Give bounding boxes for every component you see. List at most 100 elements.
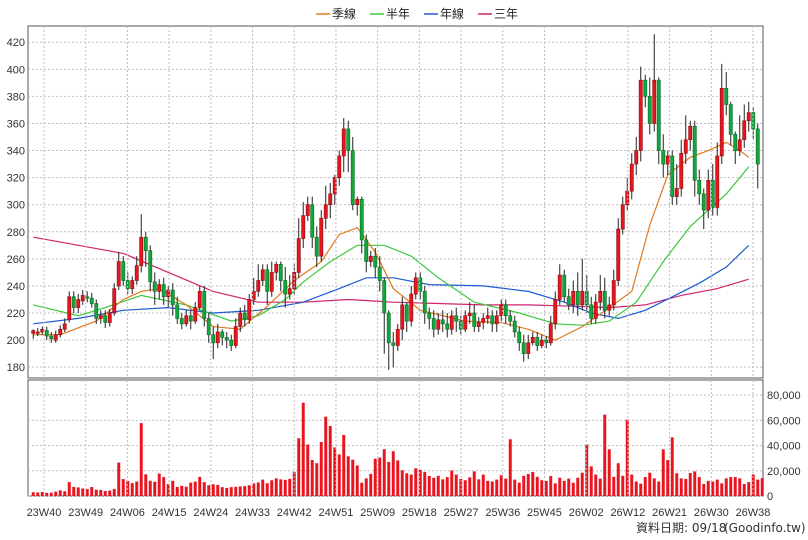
candle-body-93 <box>449 315 454 330</box>
volume-bar-31 <box>171 480 175 496</box>
candle-body-8 <box>67 296 72 321</box>
volume-bar-41 <box>216 484 220 496</box>
volume-bar-55 <box>279 479 283 496</box>
candle-body-84 <box>409 293 414 322</box>
volume-bar-162 <box>760 478 764 496</box>
candle-body-155 <box>728 104 733 135</box>
volume-bar-105 <box>504 478 508 496</box>
candle-body-90 <box>436 319 441 330</box>
volume-bar-56 <box>283 479 287 496</box>
candle-body-60 <box>301 215 306 239</box>
volume-bar-12 <box>85 489 89 496</box>
volume-bar-46 <box>238 486 242 496</box>
volume-bar-79 <box>387 461 391 496</box>
candle-body-105 <box>503 304 508 317</box>
candle-body-14 <box>94 303 99 319</box>
candle-body-96 <box>463 315 468 330</box>
candle-body-23 <box>134 265 139 281</box>
price-tick-label-8: 340 <box>7 146 25 158</box>
volume-bar-82 <box>400 470 404 496</box>
candle-body-157 <box>737 139 742 151</box>
candle-body-26 <box>148 250 153 283</box>
volume-bar-32 <box>175 486 179 496</box>
candle-body-7 <box>62 323 67 330</box>
volume-bar-112 <box>535 476 539 496</box>
volume-bar-149 <box>702 484 706 496</box>
candle-body-146 <box>688 125 693 141</box>
candle-body-71 <box>350 150 355 206</box>
volume-bar-24 <box>139 423 143 496</box>
volume-bar-51 <box>261 479 265 496</box>
candle-body-115 <box>548 323 553 344</box>
candle-body-101 <box>485 315 490 319</box>
volume-bar-90 <box>436 475 440 496</box>
volume-bar-37 <box>198 476 202 496</box>
candle-body-27 <box>152 281 157 292</box>
candle-body-159 <box>746 112 751 122</box>
volume-bar-83 <box>405 473 409 496</box>
volume-bar-13 <box>90 487 94 496</box>
candle-body-38 <box>202 291 207 319</box>
candle-body-34 <box>184 315 189 325</box>
x-tick-label-10: 25W27 <box>444 507 479 519</box>
candle-body-150 <box>706 180 711 211</box>
volume-bar-5 <box>54 491 58 496</box>
price-panel: 180 200 220 240 260 280 300 320 340 360 380 400 420 <box>7 25 764 379</box>
candle-body-100 <box>481 318 486 323</box>
candle-body-47 <box>242 312 247 321</box>
volume-bar-52 <box>265 483 269 496</box>
volume-bar-80 <box>391 451 395 496</box>
candle-body-154 <box>724 87 729 105</box>
candle-body-82 <box>400 304 405 330</box>
volume-bar-43 <box>225 487 229 496</box>
candle-body-109 <box>521 342 526 354</box>
footer-date-label: 資料日期: 09/18 <box>636 521 726 535</box>
candle-body-78 <box>382 280 387 314</box>
volume-bar-20 <box>121 479 125 496</box>
price-tick-label-1: 200 <box>7 335 25 347</box>
candle-body-16 <box>103 315 108 323</box>
x-tick-label-6: 24W42 <box>277 507 312 519</box>
x-tick-label-16: 26W30 <box>694 507 729 519</box>
volume-bar-93 <box>450 470 454 496</box>
price-frame <box>27 25 764 379</box>
volume-bar-145 <box>684 478 688 496</box>
candle-body-107 <box>512 320 517 333</box>
volume-bar-131 <box>621 475 625 496</box>
candle-body-87 <box>422 291 427 314</box>
x-tick-label-11: 25W36 <box>485 507 520 519</box>
candle-body-70 <box>346 128 351 151</box>
footer-source: (Goodinfo.tw) <box>724 521 806 535</box>
volume-bar-3 <box>45 492 49 496</box>
volume-bar-91 <box>441 479 445 496</box>
candle-body-111 <box>530 337 535 344</box>
candle-body-29 <box>161 284 166 298</box>
volume-bar-17 <box>108 490 112 496</box>
candle-body-128 <box>607 304 612 311</box>
candle-body-68 <box>337 155 342 178</box>
volume-bar-100 <box>481 474 485 496</box>
volume-bar-140 <box>661 449 665 496</box>
volume-bar-122 <box>580 472 584 496</box>
volume-bar-63 <box>315 463 319 496</box>
volume-bar-18 <box>112 488 116 496</box>
candle-body-76 <box>373 255 378 268</box>
candle-body-25 <box>143 236 148 252</box>
price-tick-label-6: 300 <box>7 200 25 212</box>
volume-bar-121 <box>576 477 580 496</box>
volume-bar-38 <box>202 482 206 496</box>
candle-body-15 <box>98 315 103 319</box>
candle-body-81 <box>395 328 400 346</box>
volume-bar-119 <box>567 478 571 496</box>
candle-body-22 <box>130 280 135 289</box>
price-tick-label-5: 280 <box>7 227 25 239</box>
candle-body-35 <box>188 315 193 322</box>
candle-body-5 <box>53 334 58 341</box>
candle-body-79 <box>386 312 391 344</box>
candle-body-24 <box>139 236 144 266</box>
volume-bar-73 <box>360 482 364 496</box>
candle-body-127 <box>602 291 607 311</box>
stock-chart: 季線 半年 年線 三年 180 200 220 240 260 280 300 320 340 360 3… <box>7 6 806 535</box>
volume-bar-36 <box>193 481 197 496</box>
volume-bar-8 <box>67 482 71 496</box>
